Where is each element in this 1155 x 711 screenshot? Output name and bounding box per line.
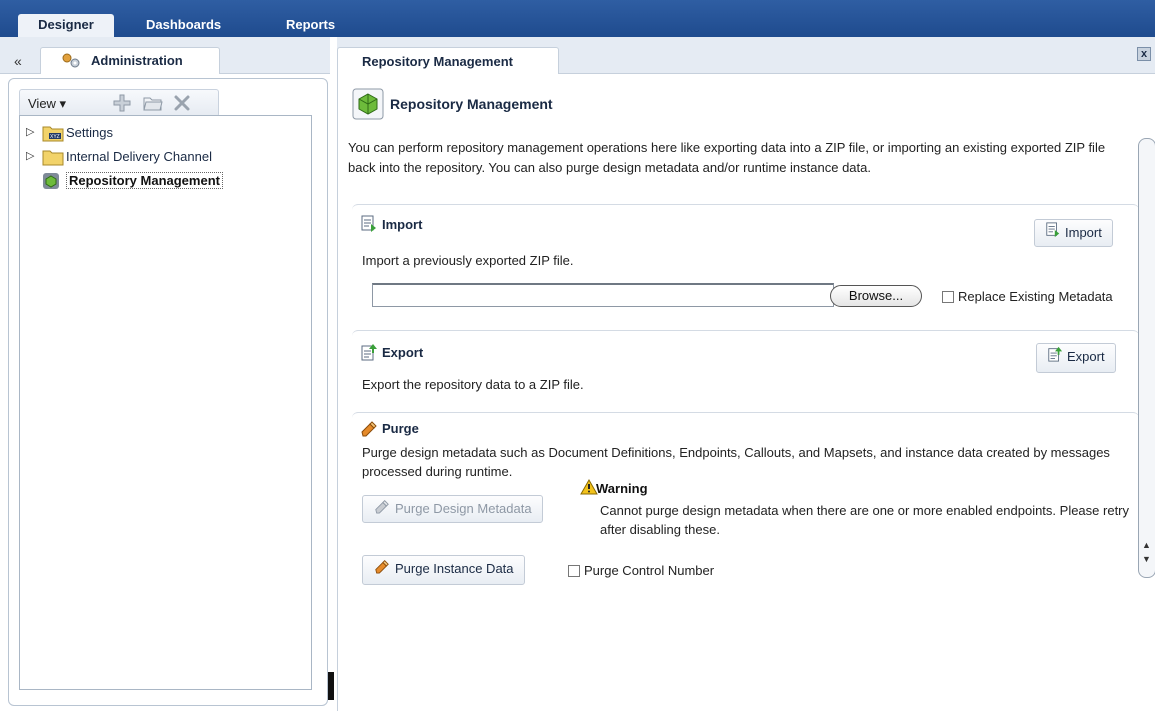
import-icon (1045, 221, 1061, 247)
repository-management-content: Repository Management You can perform re… (337, 74, 1155, 711)
purge-section: Purge Purge design metadata such as Docu… (352, 412, 1139, 592)
import-button[interactable]: Import (1034, 219, 1113, 247)
purge-description: Purge design metadata such as Document D… (362, 445, 1110, 479)
scroll-arrows: ▲ ▼ (1139, 540, 1155, 574)
purge-control-number-label: Purge Control Number (584, 563, 715, 578)
warning-text: Cannot purge design metadata when there … (600, 503, 1130, 537)
tab-dashboards[interactable]: Dashboards (130, 14, 237, 37)
top-tab-bar: Designer Dashboards Reports (0, 0, 1155, 37)
browse-button[interactable]: Browse... (830, 285, 922, 307)
export-icon (360, 343, 378, 364)
page: Designer Dashboards Reports « Administra… (0, 0, 1155, 711)
expand-icon[interactable]: ▷ (26, 125, 34, 138)
export-title: Export (360, 343, 423, 364)
administration-icon (59, 52, 83, 73)
right-tab-row: Repository Management x (337, 37, 1155, 74)
eraser-icon (373, 497, 391, 523)
repository-header-icon (352, 88, 384, 123)
delete-icon[interactable] (172, 93, 192, 116)
navigator-toolbar: View ▾ (19, 89, 219, 117)
tree-item-label: Settings (66, 125, 113, 140)
import-title-label: Import (382, 216, 423, 232)
purge-instance-data-label: Purge Instance Data (395, 561, 514, 576)
settings-folder-icon: XYZ (42, 124, 64, 145)
tree-item-label: Repository Management (66, 172, 223, 189)
tab-administration[interactable]: Administration (40, 47, 220, 74)
export-title-label: Export (382, 344, 424, 360)
folder-open-icon[interactable] (142, 93, 164, 116)
tree-item-internal-delivery-channel[interactable]: ▷ Internal Delivery Channel (20, 146, 300, 168)
eraser-icon (373, 557, 391, 583)
import-icon (360, 215, 378, 236)
import-description: Import a previously exported ZIP file. (362, 253, 574, 268)
navigator-panel: View ▾ ▷ XYZ Settings ▷ Internal Deliver… (8, 78, 328, 706)
purge-title-label: Purge (382, 420, 419, 436)
tab-designer[interactable]: Designer (18, 14, 114, 37)
export-icon (1047, 345, 1063, 371)
scroll-track[interactable] (1138, 138, 1155, 578)
purge-control-number-checkbox[interactable] (568, 565, 580, 577)
tree-item-label: Internal Delivery Channel (66, 149, 212, 164)
expand-icon[interactable]: ▷ (26, 149, 34, 162)
folder-icon (42, 148, 64, 169)
tab-repository-management-label: Repository Management (362, 54, 513, 69)
add-icon[interactable] (112, 93, 132, 116)
content-scrollbar[interactable] (1138, 138, 1155, 578)
tab-reports[interactable]: Reports (270, 14, 351, 37)
warning-title: Warning (596, 481, 648, 496)
tree-item-repository-management[interactable]: Repository Management (20, 170, 300, 192)
import-button-label: Import (1065, 225, 1102, 240)
import-title: Import (360, 215, 422, 236)
export-description: Export the repository data to a ZIP file… (362, 377, 584, 392)
close-icon[interactable]: x (1137, 47, 1151, 61)
eraser-icon (360, 419, 378, 440)
tab-repository-management[interactable]: Repository Management (337, 47, 559, 74)
export-section: Export Export Export the repository data… (352, 330, 1139, 408)
tab-administration-label: Administration (91, 53, 183, 68)
purge-title: Purge (360, 419, 419, 440)
splitter-handle[interactable] (328, 672, 334, 700)
file-path-input[interactable] (372, 283, 834, 307)
purge-design-metadata-label: Purge Design Metadata (395, 501, 532, 516)
svg-text:XYZ: XYZ (50, 134, 60, 140)
view-menu[interactable]: View ▾ (28, 96, 66, 112)
repository-icon (42, 172, 60, 193)
import-section: Import Import Import a previously export… (352, 204, 1139, 332)
replace-existing-metadata-checkbox[interactable] (942, 291, 954, 303)
export-button-label: Export (1067, 349, 1105, 364)
collapse-panel-button[interactable]: « (14, 53, 22, 69)
export-button[interactable]: Export (1036, 343, 1116, 373)
tree-item-settings[interactable]: ▷ XYZ Settings (20, 122, 300, 144)
navigator-tree: ▷ XYZ Settings ▷ Internal Delivery Chann… (19, 115, 312, 690)
scroll-down-icon[interactable]: ▼ (1142, 554, 1151, 564)
purge-design-metadata-button[interactable]: Purge Design Metadata (362, 495, 543, 523)
purge-instance-data-button[interactable]: Purge Instance Data (362, 555, 525, 585)
page-title: Repository Management (390, 96, 553, 112)
replace-existing-metadata-label: Replace Existing Metadata (958, 289, 1113, 304)
scroll-up-icon[interactable]: ▲ (1142, 540, 1151, 550)
intro-text: You can perform repository management op… (348, 140, 1106, 175)
left-tab-row: « Administration (0, 37, 330, 74)
